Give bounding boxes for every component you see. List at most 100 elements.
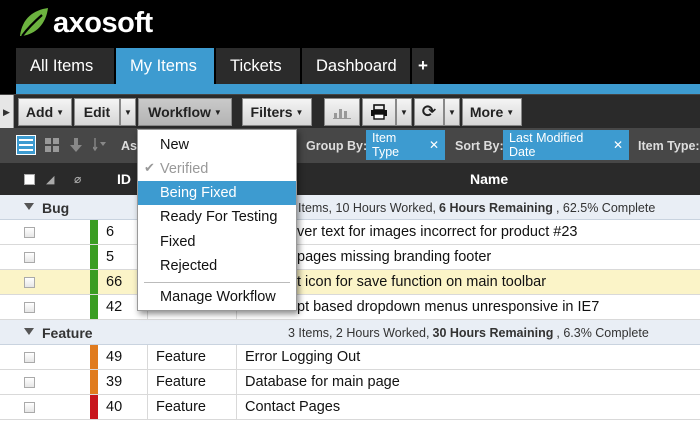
chevron-down-icon: ▼ [295, 107, 304, 117]
more-button-label: More [469, 104, 504, 120]
tab-all-items[interactable]: All Items [16, 48, 114, 84]
priority-indicator [90, 345, 98, 369]
row-checkbox[interactable] [24, 377, 35, 388]
row-checkbox[interactable] [24, 402, 35, 413]
chart-icon [333, 109, 351, 119]
checkmark-icon: ✔ [144, 160, 155, 175]
close-icon[interactable]: ✕ [613, 138, 623, 152]
tab-tickets[interactable]: Tickets [216, 48, 300, 84]
table-row[interactable]: 39 Feature Database for main page [0, 370, 700, 395]
row-name[interactable]: Database for main page [237, 370, 700, 394]
arrow-down-icon[interactable] [66, 135, 86, 155]
menu-item-manage-workflow[interactable]: Manage Workflow [138, 285, 296, 309]
chevron-down-icon: ▼ [506, 107, 515, 117]
priority-indicator [90, 220, 98, 244]
filter-sort-icon[interactable] [90, 135, 110, 155]
close-icon[interactable]: ✕ [429, 138, 439, 152]
filters-button[interactable]: Filters ▼ [242, 98, 312, 126]
table-row[interactable]: 6 ver text for images incorrect for prod… [0, 220, 700, 245]
row-checkbox[interactable] [24, 352, 35, 363]
collapse-arrow-icon[interactable] [24, 328, 34, 335]
summary-suffix: , 6.3% Complete [556, 325, 649, 340]
priority-indicator [90, 245, 98, 269]
column-id[interactable]: ID [117, 163, 131, 195]
edit-dropdown-button[interactable]: ▼ [120, 98, 136, 126]
tab-my-items[interactable]: My Items [116, 48, 214, 84]
flag-column-icon[interactable]: ◢ [46, 163, 54, 195]
row-checkbox[interactable] [24, 302, 35, 313]
group-row-feature[interactable]: Feature 3 Items, 2 Hours Worked, 30 Hour… [0, 320, 700, 345]
row-checkbox[interactable] [24, 252, 35, 263]
menu-item-new[interactable]: New [138, 133, 296, 157]
more-button[interactable]: More ▼ [462, 98, 522, 126]
menu-item-verified: ✔ Verified [138, 157, 296, 181]
axosoft-logo[interactable]: axosoft [16, 5, 153, 41]
grid-options-bar: As Group By: Item Type ✕ Sort By: Last Mo… [0, 128, 700, 163]
list-view-icon[interactable] [16, 135, 36, 155]
select-all-checkbox[interactable] [24, 163, 35, 195]
row-name[interactable]: ver text for images incorrect for produc… [237, 220, 700, 244]
chevron-down-icon: ▼ [124, 107, 132, 117]
card-view-icon[interactable] [42, 135, 62, 155]
summary-suffix: , 62.5% Complete [555, 200, 656, 215]
grid-column-header: ◢ ⌀ ID Name [0, 163, 700, 195]
workflow-button[interactable]: Workflow ▼ [138, 98, 232, 126]
group-row-bug[interactable]: Bug Items, 10 Hours Worked, 6 Hours Rema… [0, 195, 700, 220]
group-title: Feature [42, 324, 93, 341]
row-type: Feature [148, 345, 237, 369]
group-by-pill[interactable]: Item Type ✕ [366, 130, 445, 160]
menu-item-being-fixed[interactable]: Being Fixed [138, 181, 296, 205]
priority-indicator [90, 395, 98, 419]
chevron-down-icon: ▼ [448, 107, 456, 117]
menu-item-label: Verified [160, 161, 209, 177]
attachment-column-icon[interactable]: ⌀ [74, 163, 81, 195]
group-by-label: Group By: [306, 138, 368, 153]
group-summary: Items, 10 Hours Worked, 6 Hours Remainin… [298, 195, 655, 220]
row-name[interactable]: pt based dropdown menus unresponsive in … [237, 295, 700, 319]
brand-name: axosoft [53, 6, 153, 39]
refresh-dropdown-button[interactable]: ▼ [444, 98, 460, 126]
chevron-down-icon: ▼ [213, 107, 222, 117]
add-tab-button[interactable]: + [412, 48, 434, 84]
leaf-icon [20, 8, 48, 37]
table-row[interactable]: 49 Feature Error Logging Out [0, 345, 700, 370]
row-checkbox[interactable] [24, 227, 35, 238]
edit-button-label: Edit [83, 104, 111, 120]
collapse-arrow-icon[interactable] [24, 203, 34, 210]
edit-button[interactable]: Edit [74, 98, 120, 126]
workflow-dropdown-menu: New ✔ Verified Being Fixed Ready For Tes… [137, 129, 297, 311]
column-name[interactable]: Name [470, 163, 508, 195]
toolbar-grip-icon[interactable]: ▶ [0, 95, 14, 129]
row-id: 39 [98, 370, 148, 394]
items-grid: Bug Items, 10 Hours Worked, 6 Hours Rema… [0, 195, 700, 421]
row-id: 49 [98, 345, 148, 369]
filters-button-label: Filters [250, 104, 293, 120]
menu-item-rejected[interactable]: Rejected [138, 254, 296, 278]
tab-dashboard[interactable]: Dashboard [302, 48, 410, 84]
print-button[interactable] [362, 98, 396, 126]
group-summary: 3 Items, 2 Hours Worked, 30 Hours Remain… [288, 320, 649, 345]
print-dropdown-button[interactable]: ▼ [396, 98, 412, 126]
refresh-button[interactable]: ⟳ [414, 98, 444, 126]
sort-by-pill[interactable]: Last Modified Date ✕ [503, 130, 629, 160]
table-row[interactable]: 5 pages missing branding footer [0, 245, 700, 270]
refresh-icon: ⟳ [421, 102, 437, 121]
chart-button[interactable] [324, 98, 360, 126]
menu-item-ready-for-testing[interactable]: Ready For Testing [138, 205, 296, 229]
sort-by-value: Last Modified Date [509, 131, 584, 159]
table-row[interactable]: 66 t icon for save function on main tool… [0, 270, 700, 295]
priority-indicator [90, 270, 98, 294]
add-button[interactable]: Add ▼ [18, 98, 72, 126]
group-title: Bug [42, 199, 70, 216]
row-name[interactable]: Error Logging Out [237, 345, 700, 369]
row-id: 40 [98, 395, 148, 419]
table-row[interactable]: 40 Feature Contact Pages [0, 395, 700, 420]
row-checkbox[interactable] [24, 277, 35, 288]
table-row[interactable]: 42 pt based dropdown menus unresponsive … [0, 295, 700, 320]
row-type: Feature [148, 395, 237, 419]
workflow-button-label: Workflow [148, 104, 211, 120]
menu-item-fixed[interactable]: Fixed [138, 230, 296, 254]
row-name[interactable]: Contact Pages [237, 395, 700, 419]
row-name[interactable]: pages missing branding footer [237, 245, 700, 269]
row-name[interactable]: t icon for save function on main toolbar [237, 270, 700, 294]
